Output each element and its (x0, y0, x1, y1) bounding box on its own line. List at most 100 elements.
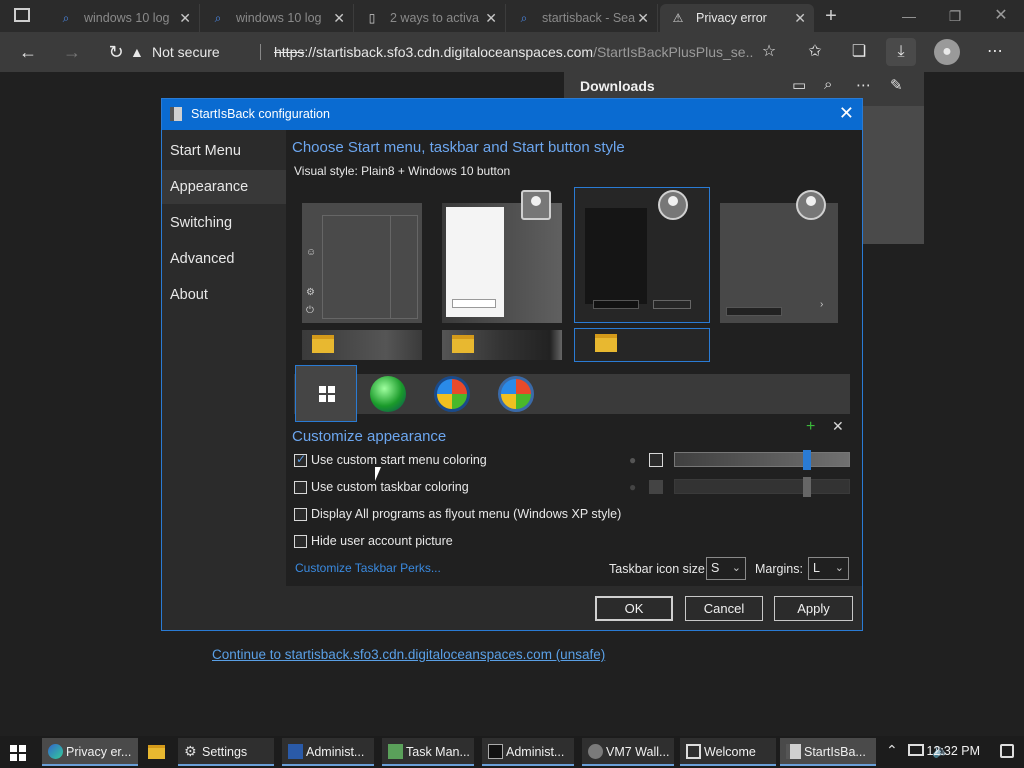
browser-tab-1[interactable]: ⌕ windows 10 log ✕ (48, 4, 200, 32)
sidebar-item-switching[interactable]: Switching (162, 206, 286, 240)
apply-button[interactable]: Apply (774, 596, 853, 621)
gear-icon: ⚙ (184, 743, 197, 759)
url-text[interactable]: https://startisback.sfo3.cdn.digitalocea… (274, 37, 754, 67)
pin-icon[interactable]: ✎ (890, 76, 903, 94)
taskbar-item-powershell[interactable]: Administ... (282, 738, 374, 766)
task-manager-icon (388, 744, 403, 759)
style-option-1[interactable]: ☺ ⚙ ⏻ (302, 203, 422, 323)
network-icon[interactable] (908, 744, 924, 756)
cmd-icon (488, 744, 503, 759)
folder-icon (452, 335, 474, 353)
add-favorite-icon[interactable]: ☆ (754, 38, 784, 66)
slider-thumb[interactable] (803, 477, 811, 497)
browser-tab-3[interactable]: ▯ 2 ways to activa ✕ (354, 4, 506, 32)
favorites-icon[interactable]: ✩ (800, 38, 830, 66)
taskbar-opacity-slider[interactable] (674, 477, 850, 497)
continue-unsafe-link[interactable]: Continue to startisback.sfo3.cdn.digital… (212, 647, 605, 662)
taskbar-item-vm-wall[interactable]: VM7 Wall... (582, 738, 674, 766)
more-icon[interactable]: ⋯ (856, 76, 871, 94)
url-field[interactable]: ▲ Not secure https://startisback.sfo3.cd… (130, 37, 800, 67)
chevron-down-icon: ⌄ (731, 562, 741, 574)
clock[interactable]: 12:32 PM (926, 744, 980, 758)
start-menu-opacity-slider[interactable] (674, 450, 850, 470)
custom-start-menu-coloring-checkbox[interactable] (294, 452, 307, 467)
taskbar-item-label: Task Man... (406, 745, 470, 759)
search-icon[interactable]: ⌕ (824, 76, 832, 93)
start-orb-win7-icon[interactable] (434, 376, 470, 412)
sidebar-item-start-menu[interactable]: Start Menu (162, 134, 286, 168)
collections-icon[interactable]: ❏ (844, 38, 874, 66)
close-icon[interactable]: ✕ (333, 10, 345, 27)
maximize-button[interactable]: ❐ (932, 0, 978, 32)
browser-tab-4[interactable]: ⌕ startisback - Sea ✕ (506, 4, 658, 32)
taskbar-icon-size-select[interactable]: S ⌄ (706, 557, 746, 580)
selected-value: S (711, 561, 720, 575)
folder-icon (312, 335, 334, 353)
downloads-title: Downloads (580, 78, 655, 94)
margins-select[interactable]: L ⌄ (808, 557, 849, 580)
search-icon: ⌕ (62, 10, 70, 25)
taskbar-item-startisback[interactable]: StartIsBa... (780, 738, 876, 766)
file-explorer-icon[interactable] (148, 745, 165, 759)
taskbar-item-cmd[interactable]: Administ... (482, 738, 574, 766)
avatar (521, 190, 551, 220)
forward-button[interactable]: → (56, 38, 88, 66)
browser-tab-2[interactable]: ⌕ windows 10 log ✕ (200, 4, 354, 32)
taskbar-item-welcome[interactable]: Welcome (680, 738, 776, 766)
chevron-up-icon[interactable]: ⌃ (886, 742, 898, 759)
minimize-button[interactable]: — (886, 0, 932, 32)
ok-button[interactable]: OK (595, 596, 673, 621)
custom-taskbar-coloring-checkbox[interactable] (294, 481, 307, 494)
taskbar-item-label: StartIsBa... (804, 745, 866, 759)
taskbar-style-3-selected[interactable] (574, 328, 710, 362)
close-icon[interactable]: ✕ (637, 10, 649, 27)
style-option-2[interactable] (442, 203, 562, 323)
search-box (726, 307, 782, 316)
taskbar-item-edge[interactable]: Privacy er... (42, 738, 138, 766)
close-icon[interactable]: ✕ (794, 10, 806, 27)
close-window-button[interactable]: ✕ (978, 0, 1024, 32)
downloads-icon[interactable]: ⤓ (886, 38, 916, 66)
new-tab-button[interactable]: + (820, 4, 842, 28)
style-option-4[interactable]: › (720, 203, 838, 323)
customize-taskbar-perks-link[interactable]: Customize Taskbar Perks... (295, 561, 441, 575)
search-box (452, 299, 496, 308)
slider-thumb[interactable] (803, 450, 811, 470)
close-icon[interactable]: ✕ (485, 10, 497, 27)
close-icon[interactable]: ✕ (179, 10, 191, 27)
startisback-config-dialog: StartIsBack configuration ✕ Start Menu A… (161, 98, 863, 631)
notification-icon[interactable] (1000, 744, 1014, 758)
sidebar-item-advanced[interactable]: Advanced (162, 242, 286, 276)
taskbar-color-swatch[interactable] (649, 480, 663, 494)
cancel-button[interactable]: Cancel (685, 596, 763, 621)
folder-icon[interactable]: ▭ (792, 76, 806, 94)
more-icon[interactable]: ⋯ (980, 38, 1010, 66)
windows-start-icon[interactable] (10, 745, 26, 761)
add-icon[interactable]: + (806, 418, 815, 436)
start-menu-color-swatch[interactable] (649, 453, 663, 467)
taskbar-style-2[interactable] (442, 330, 562, 360)
back-button[interactable]: ← (12, 38, 44, 66)
hide-user-picture-checkbox[interactable] (294, 535, 307, 548)
start-orb-vista-icon[interactable] (498, 376, 534, 412)
browser-tab-active[interactable]: ⚠ Privacy error ✕ (660, 4, 814, 32)
flyout-menu-checkbox[interactable] (294, 508, 307, 521)
avatar[interactable]: ● (934, 39, 960, 65)
taskbar-style-1[interactable] (302, 330, 422, 360)
powershell-icon (288, 744, 303, 759)
not-secure-label[interactable]: Not secure (152, 37, 220, 67)
style-option-3-selected[interactable] (574, 187, 710, 323)
sidebar-item-about[interactable]: About (162, 278, 286, 312)
start-button-windows10[interactable] (295, 365, 357, 422)
taskbar-item-settings[interactable]: ⚙ Settings (178, 738, 274, 766)
checkbox-label: Use custom taskbar coloring (311, 480, 469, 494)
sidebar-item-appearance[interactable]: Appearance (162, 170, 286, 204)
close-icon[interactable]: ✕ (839, 103, 854, 124)
start-orb-clover-icon[interactable] (370, 376, 406, 412)
tab-actions-icon[interactable] (14, 8, 30, 22)
taskbar-item-task-manager[interactable]: Task Man... (382, 738, 474, 766)
refresh-button[interactable]: ↻ (100, 38, 132, 66)
divider (260, 44, 261, 60)
droplet-icon: ● (629, 480, 637, 494)
close-icon[interactable]: ✕ (832, 418, 844, 435)
